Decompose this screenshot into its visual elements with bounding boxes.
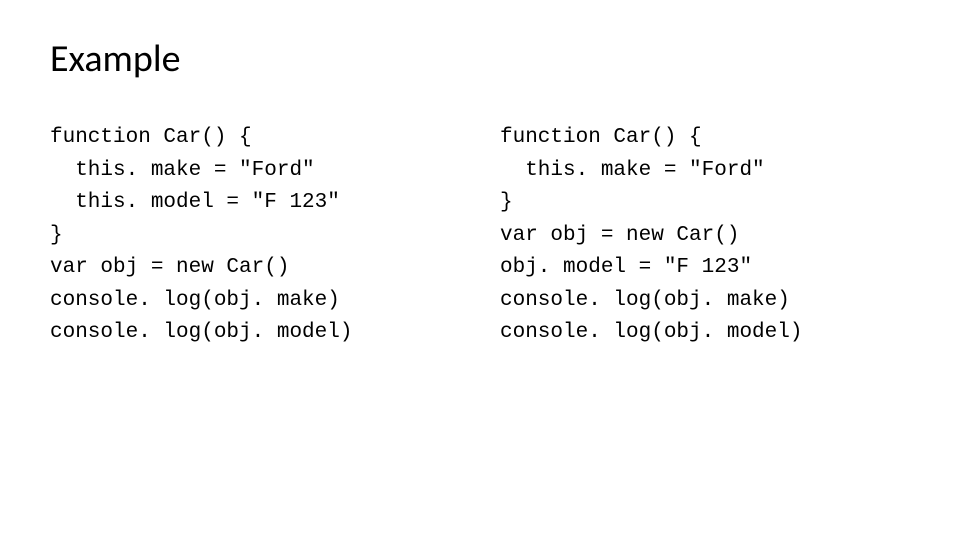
code-block-left: function Car() { this. make = "Ford" thi… bbox=[50, 122, 460, 350]
code-columns: function Car() { this. make = "Ford" thi… bbox=[50, 122, 910, 350]
slide-title: Example bbox=[50, 36, 910, 82]
slide: Example function Car() { this. make = "F… bbox=[0, 0, 960, 540]
code-block-right: function Car() { this. make = "Ford" } v… bbox=[500, 122, 910, 350]
